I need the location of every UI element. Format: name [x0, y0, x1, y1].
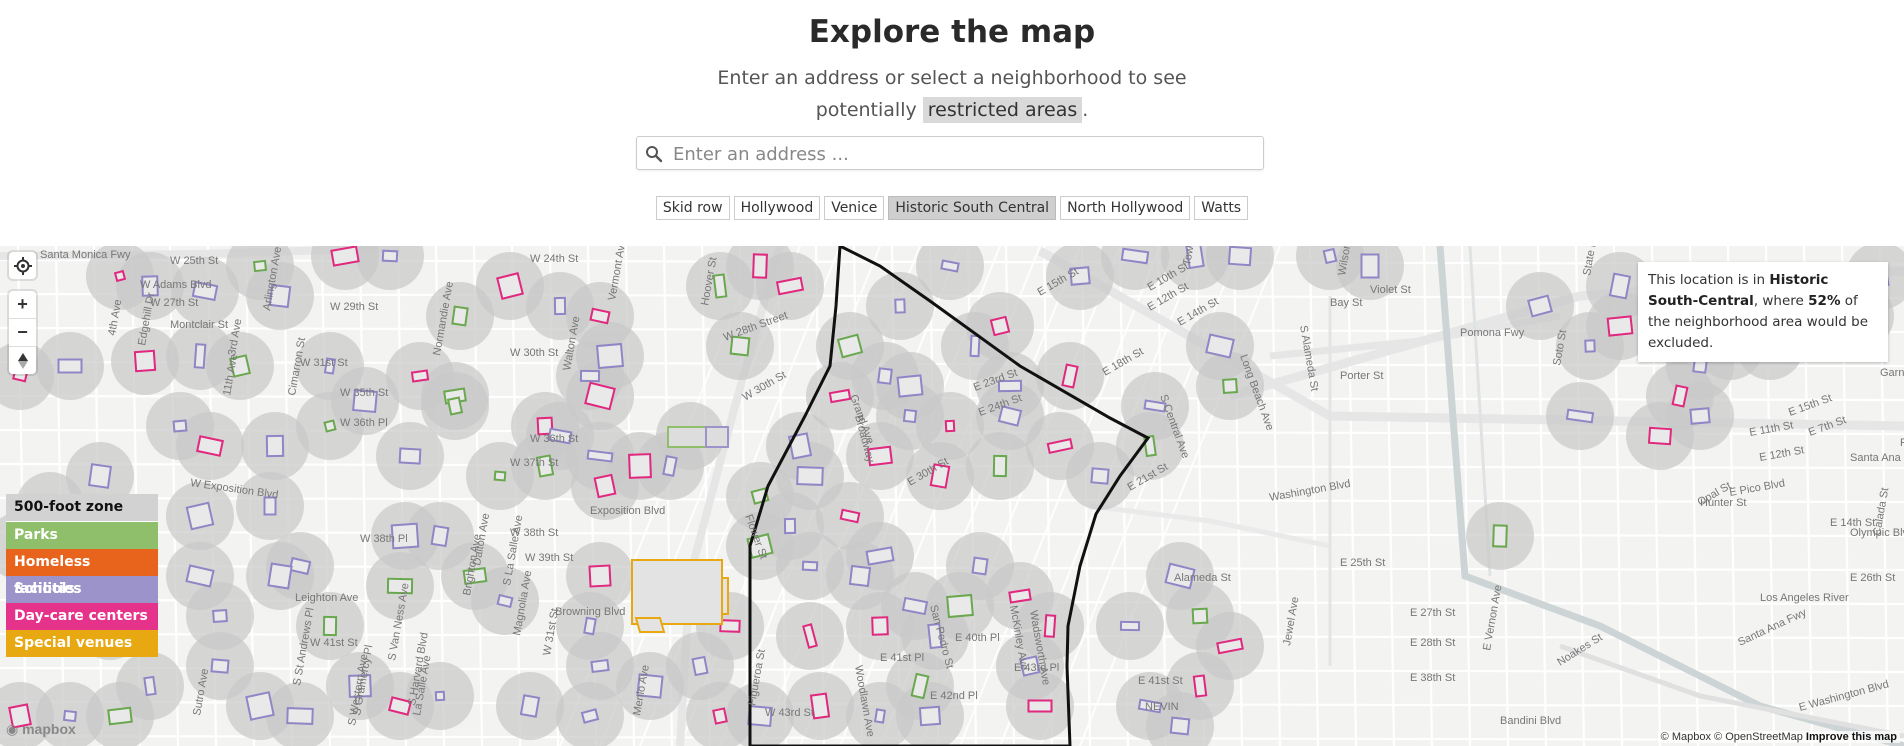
attribution-osm[interactable]: © OpenStreetMap	[1714, 731, 1803, 743]
svg-text:E 15th St: E 15th St	[1787, 392, 1834, 419]
map-attribution: © Mapbox © OpenStreetMap Improve this ma…	[1657, 731, 1900, 743]
svg-text:E 25th St: E 25th St	[1340, 557, 1385, 569]
svg-text:W 29th St: W 29th St	[330, 301, 378, 313]
svg-text:W 30th St: W 30th St	[510, 347, 558, 359]
neighborhood-buttons: Skid row Hollywood Venice Historic South…	[0, 196, 1904, 220]
neighborhood-venice[interactable]: Venice	[824, 196, 885, 220]
neighborhood-watts[interactable]: Watts	[1194, 196, 1249, 220]
svg-text:Montclair St: Montclair St	[170, 319, 228, 331]
page-title: Explore the map	[808, 14, 1096, 50]
legend-parks: Parks	[6, 522, 158, 549]
svg-text:E 7th St: E 7th St	[1807, 414, 1848, 439]
svg-text:Bandini Blvd: Bandini Blvd	[1500, 715, 1561, 727]
neighborhood-hollywood[interactable]: Hollywood	[733, 196, 821, 220]
legend-homeless-facilities: Homeless facilities	[6, 549, 158, 597]
svg-text:E 41st St: E 41st St	[1138, 675, 1183, 687]
svg-text:W 38th Pl: W 38th Pl	[360, 533, 408, 545]
info-middle: , where	[1753, 293, 1804, 309]
mapbox-logo[interactable]: ◉ mapbox	[6, 721, 76, 738]
svg-text:Porter St: Porter St	[1340, 370, 1383, 382]
svg-text:E 41st Pl: E 41st Pl	[880, 652, 924, 664]
zoom-control: + −	[9, 291, 36, 374]
neighborhood-historic-south-central[interactable]: Historic South Central	[888, 196, 1057, 220]
svg-text:Percy St: Percy St	[1900, 437, 1904, 449]
svg-text:Bay St: Bay St	[1330, 297, 1362, 309]
svg-text:W 25th St: W 25th St	[170, 255, 218, 267]
svg-text:E Pico Blvd: E Pico Blvd	[1728, 477, 1785, 499]
zoom-out-button[interactable]: −	[9, 319, 36, 347]
address-search-box	[636, 136, 1264, 170]
svg-text:W 31st St: W 31st St	[300, 357, 348, 369]
crosshair-icon	[13, 256, 32, 275]
svg-text:E 12th St: E 12th St	[1758, 444, 1805, 464]
search-icon	[646, 146, 663, 163]
svg-text:Browning Blvd: Browning Blvd	[555, 606, 625, 618]
svg-text:E 43rd Pl: E 43rd Pl	[1014, 662, 1059, 674]
map-canvas[interactable]: Santa Monica Fwy W 25th St W 24th St W Adam…	[0, 246, 1904, 746]
svg-text:Exposition Blvd: Exposition Blvd	[590, 505, 665, 517]
svg-text:Santa Monica Fwy: Santa Monica Fwy	[40, 249, 131, 261]
svg-text:W 41st St: W 41st St	[310, 637, 358, 649]
svg-text:E 27th St: E 27th St	[1410, 607, 1455, 619]
legend-special-venues: Special venues	[6, 630, 158, 657]
svg-text:S Alameda St: S Alameda St	[1297, 324, 1320, 392]
neighborhood-info-popup: This location is in Historic South-Centr…	[1638, 262, 1888, 362]
info-percent: 52%	[1808, 293, 1841, 309]
neighborhood-skid-row[interactable]: Skid row	[655, 196, 730, 220]
svg-text:W 36th St: W 36th St	[530, 433, 578, 445]
svg-text:E 14th St: E 14th St	[1830, 517, 1875, 529]
map-legend: 500-foot zone Parks Homeless facilities …	[6, 494, 158, 657]
svg-text:W 24th St: W 24th St	[530, 253, 578, 265]
subtitle-line-2: potentially restricted areas.	[0, 94, 1904, 126]
svg-text:NEVIN: NEVIN	[1145, 701, 1179, 713]
svg-text:W 27th St: W 27th St	[150, 297, 198, 309]
legend-zone: 500-foot zone	[6, 494, 158, 522]
svg-text:Los Angeles River: Los Angeles River	[1760, 592, 1849, 604]
geolocate-control	[9, 252, 36, 279]
map-base-layer: Santa Monica Fwy W 25th St W 24th St W Adam…	[0, 246, 1904, 746]
neighborhood-north-hollywood[interactable]: North Hollywood	[1060, 196, 1191, 220]
zoom-in-button[interactable]: +	[9, 291, 36, 319]
svg-text:W 39th St: W 39th St	[525, 552, 573, 564]
compass-icon	[17, 352, 28, 369]
address-search-input[interactable]	[671, 140, 1255, 168]
svg-text:E 28th St: E 28th St	[1410, 637, 1455, 649]
svg-text:W 43rd St: W 43rd St	[765, 707, 814, 719]
svg-text:W Adams Blvd: W Adams Blvd	[140, 279, 212, 291]
compass-button[interactable]	[9, 347, 36, 374]
svg-text:Garnet St: Garnet St	[1880, 367, 1904, 379]
svg-text:E 40th Pl: E 40th Pl	[955, 632, 1000, 644]
subtitle-line-1: Enter an address or select a neighborhoo…	[717, 67, 1187, 89]
svg-text:E 38th St: E 38th St	[1410, 672, 1455, 684]
svg-text:W 37th St: W 37th St	[510, 457, 558, 469]
svg-text:E Vernon Ave: E Vernon Ave	[1481, 584, 1504, 652]
attribution-mapbox[interactable]: © Mapbox	[1661, 731, 1711, 743]
page-subtitle: Enter an address or select a neighborhoo…	[0, 62, 1904, 126]
svg-text:Violet St: Violet St	[1370, 284, 1411, 296]
mapbox-logo-icon: ◉	[6, 721, 19, 737]
svg-text:Alameda St: Alameda St	[1174, 572, 1231, 584]
geolocate-button[interactable]	[9, 252, 36, 279]
subtitle-prefix: potentially	[815, 99, 917, 121]
info-prefix: This location is in	[1648, 272, 1766, 288]
subtitle-suffix: .	[1082, 99, 1089, 121]
legend-schools: Schools	[6, 576, 158, 603]
svg-text:Leighton Ave: Leighton Ave	[295, 592, 358, 604]
svg-text:W 35th St: W 35th St	[340, 387, 388, 399]
legend-day-care-centers: Day-care centers	[6, 603, 158, 630]
svg-text:W 36th Pl: W 36th Pl	[340, 417, 388, 429]
svg-text:E 42nd Pl: E 42nd Pl	[930, 690, 978, 702]
restricted-areas-highlight: restricted areas	[922, 97, 1083, 123]
improve-map-link[interactable]: Improve this map	[1806, 731, 1897, 743]
mapbox-logo-text: mapbox	[22, 721, 76, 737]
svg-text:E 26th St: E 26th St	[1850, 572, 1895, 584]
svg-text:Santa Ana St: Santa Ana St	[1850, 452, 1904, 464]
svg-text:Pomona Fwy: Pomona Fwy	[1460, 327, 1525, 339]
